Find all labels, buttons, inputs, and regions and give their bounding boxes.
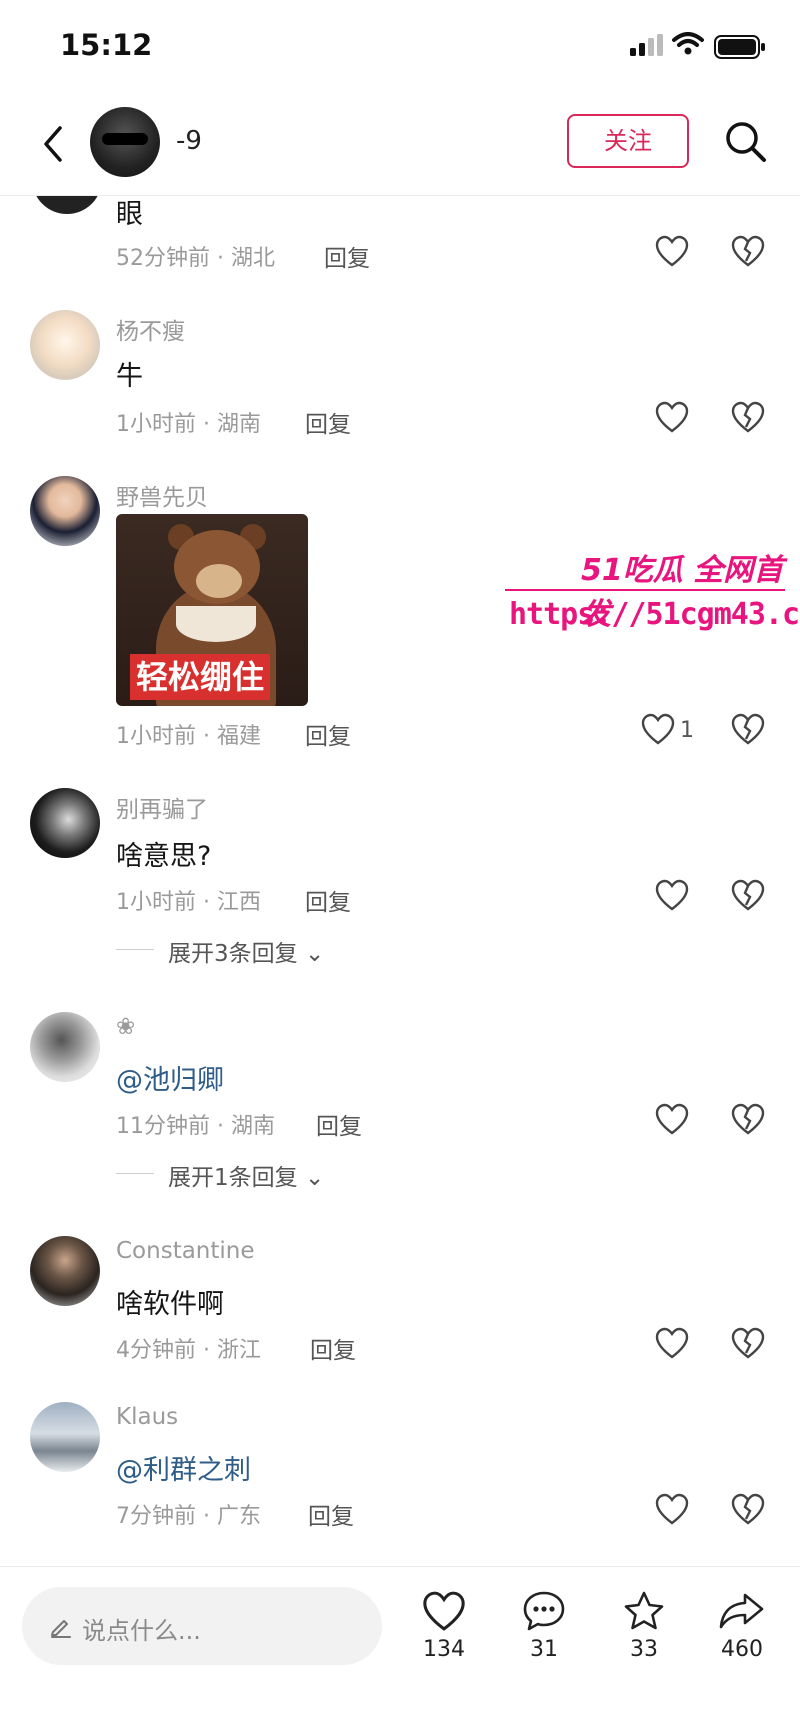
star-icon bbox=[624, 1591, 664, 1630]
like-count: 1 bbox=[680, 718, 694, 743]
expand-label: 展开3条回复 bbox=[168, 941, 298, 967]
chevron-down-icon: ⌄ bbox=[304, 1165, 325, 1191]
dislike-icon[interactable] bbox=[730, 1326, 766, 1362]
expand-replies-button[interactable]: 展开1条回复 ⌄ bbox=[168, 1158, 324, 1192]
comment-text: 牛 bbox=[116, 361, 143, 392]
comment-meta: 4分钟前 · 浙江 bbox=[116, 1338, 261, 1363]
dislike-icon[interactable] bbox=[730, 712, 766, 748]
reply-button[interactable]: 回复 bbox=[324, 239, 370, 273]
favorite-total: 33 bbox=[630, 1637, 658, 1662]
follow-button[interactable]: 关注 bbox=[567, 114, 689, 168]
dislike-icon[interactable] bbox=[730, 234, 766, 270]
like-action[interactable]: 134 bbox=[414, 1589, 474, 1662]
commenter-avatar[interactable] bbox=[30, 476, 100, 546]
reply-button[interactable]: 回复 bbox=[305, 883, 351, 917]
commenter-avatar[interactable] bbox=[30, 310, 100, 380]
comment-mention[interactable]: @池归卿 bbox=[116, 1058, 224, 1097]
reply-button[interactable]: 回复 bbox=[310, 1331, 356, 1365]
favorite-action[interactable]: 33 bbox=[614, 1589, 674, 1662]
like-icon[interactable] bbox=[654, 878, 690, 914]
commenter-avatar[interactable] bbox=[30, 1012, 100, 1082]
search-icon[interactable] bbox=[722, 118, 770, 166]
watermark-url: https://51cgm43.com bbox=[509, 597, 800, 632]
comment-placeholder: 说点什么... bbox=[82, 1617, 201, 1645]
comment-bubble-icon bbox=[523, 1591, 565, 1631]
expand-replies-button[interactable]: 展开3条回复 ⌄ bbox=[168, 934, 324, 968]
like-icon[interactable] bbox=[654, 234, 690, 270]
commenter-name[interactable]: Klaus bbox=[116, 1404, 178, 1430]
like-icon[interactable] bbox=[640, 712, 676, 748]
pencil-icon bbox=[51, 1620, 71, 1638]
watermark: 51吃瓜 全网首发 https://51cgm43.com bbox=[505, 545, 800, 645]
reply-button[interactable]: 回复 bbox=[305, 405, 351, 439]
expand-label: 展开1条回复 bbox=[168, 1165, 298, 1191]
comment-meta: 1小时前 · 湖南 bbox=[116, 412, 261, 437]
bottom-bar: 说点什么... 134 31 33 460 bbox=[0, 1566, 800, 1731]
comment-list: 眼 52分钟前 · 湖北 回复 杨不瘦 牛 1小时前 · 湖南 回复 野兽先贝 … bbox=[0, 0, 800, 1560]
reply-button[interactable]: 回复 bbox=[305, 717, 351, 751]
like-icon[interactable] bbox=[654, 1102, 690, 1138]
comment-mention[interactable]: @利群之刺 bbox=[116, 1448, 251, 1487]
comment-meta: 1小时前 · 福建 bbox=[116, 724, 261, 749]
comment-text: 啥意思? bbox=[116, 841, 212, 872]
commenter-avatar[interactable] bbox=[30, 788, 100, 858]
header: -9 关注 bbox=[0, 96, 800, 196]
chevron-down-icon: ⌄ bbox=[304, 941, 325, 967]
dislike-icon[interactable] bbox=[730, 1492, 766, 1528]
share-arrow-icon bbox=[719, 1593, 764, 1629]
like-icon[interactable] bbox=[654, 1326, 690, 1362]
like-icon[interactable] bbox=[654, 400, 690, 436]
author-name[interactable]: -9 bbox=[176, 126, 202, 156]
reply-button[interactable]: 回复 bbox=[316, 1107, 362, 1141]
commenter-avatar[interactable] bbox=[30, 1402, 100, 1472]
share-total: 460 bbox=[721, 1637, 763, 1662]
dislike-icon[interactable] bbox=[730, 400, 766, 436]
watermark-line bbox=[505, 589, 785, 591]
comment-meta: 1小时前 · 江西 bbox=[116, 890, 261, 915]
comment-total: 31 bbox=[530, 1637, 558, 1662]
expand-divider bbox=[116, 949, 154, 950]
heart-icon bbox=[423, 1591, 465, 1631]
comment-text: 啥软件啊 bbox=[116, 1289, 224, 1320]
dislike-icon[interactable] bbox=[730, 1102, 766, 1138]
like-total: 134 bbox=[423, 1637, 465, 1662]
author-avatar[interactable] bbox=[90, 107, 160, 177]
comment-action[interactable]: 31 bbox=[514, 1589, 574, 1662]
comment-meta: 11分钟前 · 湖南 bbox=[116, 1114, 275, 1139]
comment-image[interactable]: 轻松绷住 bbox=[116, 514, 308, 706]
like-icon[interactable] bbox=[654, 1492, 690, 1528]
reply-button[interactable]: 回复 bbox=[308, 1497, 354, 1531]
commenter-name[interactable]: 别再骗了 bbox=[116, 790, 208, 824]
comment-meta: 52分钟前 · 湖北 bbox=[116, 246, 275, 271]
commenter-name[interactable]: 杨不瘦 bbox=[116, 312, 185, 346]
commenter-name[interactable]: Constantine bbox=[116, 1238, 255, 1264]
comment-input[interactable]: 说点什么... bbox=[22, 1587, 382, 1665]
commenter-name[interactable]: ❀ bbox=[116, 1014, 135, 1040]
back-arrow-icon[interactable] bbox=[34, 120, 74, 168]
comment-text: 眼 bbox=[116, 199, 143, 230]
commenter-avatar[interactable] bbox=[30, 1236, 100, 1306]
commenter-name[interactable]: 野兽先贝 bbox=[116, 478, 208, 512]
expand-divider bbox=[116, 1173, 154, 1174]
image-caption: 轻松绷住 bbox=[130, 654, 271, 700]
dislike-icon[interactable] bbox=[730, 878, 766, 914]
share-action[interactable]: 460 bbox=[712, 1589, 772, 1662]
comment-meta: 7分钟前 · 广东 bbox=[116, 1504, 261, 1529]
